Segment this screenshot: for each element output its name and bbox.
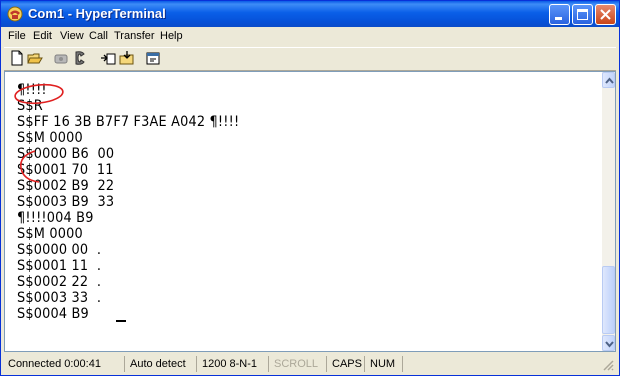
menu-bar: File Edit View Call Transfer Help — [4, 28, 616, 46]
status-caps: CAPS — [329, 356, 365, 372]
title-bar[interactable]: Com1 - HyperTerminal — [1, 1, 619, 27]
menu-edit[interactable]: Edit — [33, 30, 52, 42]
status-scroll: SCROLL — [271, 356, 327, 372]
dial-icon — [75, 51, 85, 65]
dial-button[interactable] — [71, 50, 89, 67]
receive-icon — [119, 51, 134, 65]
vertical-scrollbar[interactable] — [602, 72, 615, 351]
open-icon — [27, 53, 43, 64]
minimize-button[interactable] — [549, 4, 570, 25]
close-icon — [600, 9, 611, 20]
red-annotation-marks — [14, 83, 64, 183]
status-bar: Connected 0:00:41 Auto detect 1200 8-N-1… — [3, 354, 617, 374]
hyperterminal-phone-icon[interactable] — [7, 6, 23, 22]
terminal-output[interactable]: ¶!!!! S$R S$FF 16 3B B7F7 F3AE A042 ¶!!!… — [5, 72, 602, 351]
menu-file[interactable]: File — [8, 30, 26, 42]
new-connection-button[interactable] — [8, 50, 26, 67]
menu-help[interactable]: Help — [160, 30, 183, 42]
status-num: NUM — [367, 356, 403, 372]
new-connection-icon — [11, 50, 23, 66]
send-button[interactable] — [99, 50, 117, 67]
status-connected: Connected 0:00:41 — [5, 356, 125, 372]
scroll-down-button[interactable] — [602, 335, 615, 351]
status-settings: 1200 8-N-1 — [199, 356, 269, 372]
menu-call[interactable]: Call — [89, 30, 108, 42]
send-icon — [101, 53, 116, 65]
properties-button[interactable] — [144, 50, 162, 67]
resize-grip-icon[interactable] — [601, 358, 615, 372]
menu-transfer[interactable]: Transfer — [114, 30, 155, 42]
toolbar — [4, 47, 616, 71]
minimize-icon — [555, 17, 562, 20]
receive-button[interactable] — [118, 50, 136, 67]
hyperterminal-window: Com1 - HyperTerminal File Edit View Call… — [0, 0, 620, 376]
terminal-frame: ¶!!!! S$R S$FF 16 3B B7F7 F3AE A042 ¶!!!… — [4, 71, 616, 352]
disconnect-button[interactable] — [52, 50, 70, 67]
chevron-down-icon — [605, 341, 614, 348]
window-title: Com1 - HyperTerminal — [28, 6, 166, 21]
open-button[interactable] — [26, 50, 44, 67]
maximize-icon — [577, 9, 588, 20]
chevron-up-icon — [605, 77, 614, 84]
status-detect: Auto detect — [127, 356, 197, 372]
scroll-thumb[interactable] — [602, 266, 615, 334]
close-button[interactable] — [595, 4, 616, 25]
maximize-button[interactable] — [572, 4, 593, 25]
menu-view[interactable]: View — [60, 30, 84, 42]
disconnect-icon — [54, 54, 68, 64]
properties-icon — [146, 52, 160, 65]
scroll-up-button[interactable] — [602, 72, 615, 88]
